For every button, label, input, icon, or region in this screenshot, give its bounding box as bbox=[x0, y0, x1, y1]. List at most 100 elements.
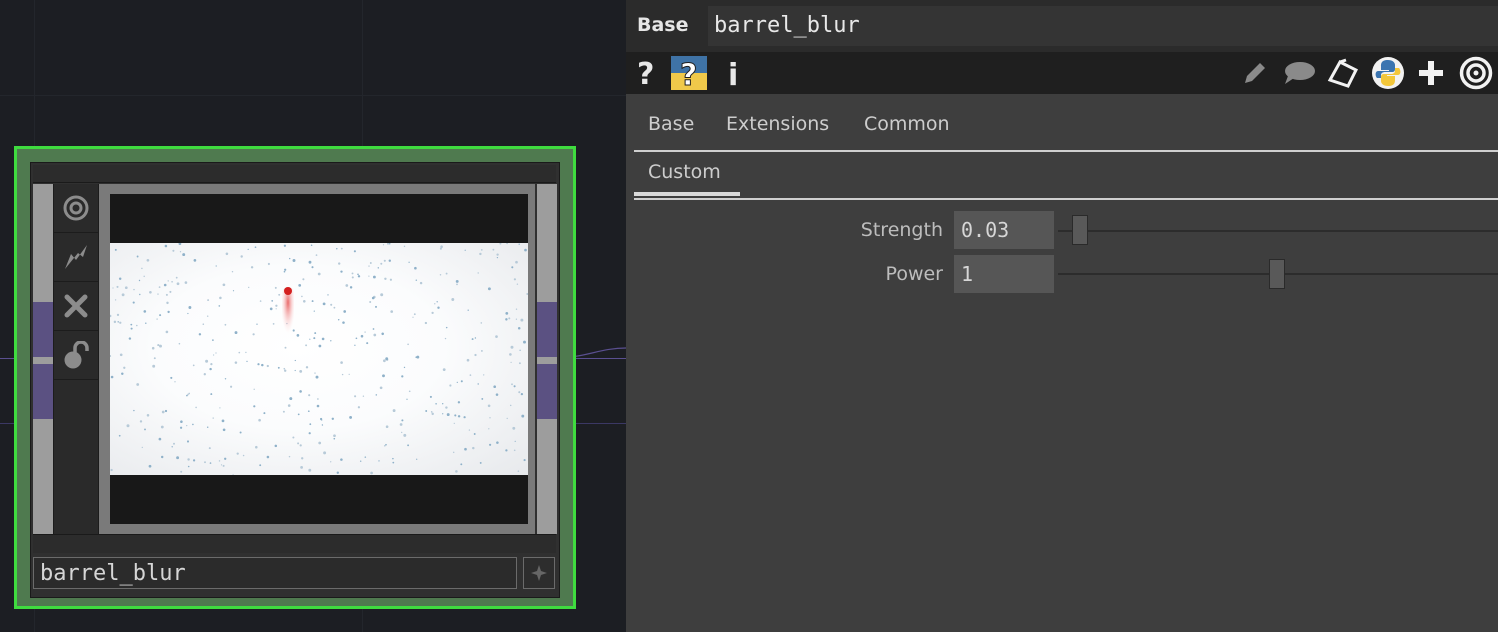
speckle bbox=[207, 299, 210, 302]
node-title-bar[interactable] bbox=[33, 165, 556, 183]
speckle bbox=[234, 331, 238, 335]
speckle bbox=[220, 464, 223, 466]
pencil-icon[interactable] bbox=[1240, 56, 1270, 90]
power-value-field[interactable]: 1 bbox=[954, 255, 1054, 293]
speckle bbox=[289, 257, 291, 260]
speckle bbox=[148, 464, 152, 468]
input-slot[interactable] bbox=[33, 364, 53, 419]
speckle bbox=[118, 277, 122, 281]
speckle bbox=[299, 444, 302, 447]
tab-common[interactable]: Common bbox=[850, 110, 964, 148]
speckle bbox=[266, 364, 269, 368]
viewer-flag[interactable] bbox=[54, 184, 98, 233]
output-slot[interactable] bbox=[537, 364, 557, 419]
speckle bbox=[283, 270, 286, 273]
speckle bbox=[164, 409, 168, 413]
speckle bbox=[435, 403, 437, 405]
speckle bbox=[338, 262, 341, 265]
info-icon[interactable]: i bbox=[724, 56, 744, 90]
speckle bbox=[403, 245, 406, 248]
unlock-icon bbox=[64, 341, 89, 369]
comment-icon[interactable] bbox=[1282, 56, 1316, 90]
speckle bbox=[336, 247, 338, 250]
speckle bbox=[178, 342, 181, 345]
bypass-flag[interactable] bbox=[54, 233, 98, 282]
tab-custom[interactable]: Custom bbox=[634, 158, 740, 196]
target-icon[interactable] bbox=[1458, 56, 1494, 90]
speckle bbox=[357, 275, 361, 278]
parameter-panel: Base barrel_blur ? ? i Base Extensions C… bbox=[626, 0, 1498, 632]
lock-flag[interactable] bbox=[54, 331, 98, 380]
speckle bbox=[340, 270, 343, 273]
speckle bbox=[327, 294, 329, 296]
speckle bbox=[452, 451, 455, 454]
input-connector[interactable] bbox=[33, 184, 53, 534]
speckle bbox=[298, 284, 302, 287]
speckle bbox=[517, 326, 521, 330]
speckle bbox=[314, 332, 317, 335]
speckle bbox=[510, 345, 514, 349]
speckle bbox=[139, 293, 141, 296]
speckle bbox=[112, 287, 114, 289]
speckle bbox=[469, 374, 472, 376]
speckle bbox=[331, 417, 334, 420]
speckle bbox=[305, 366, 309, 369]
speckle bbox=[224, 457, 227, 460]
speckle bbox=[323, 451, 327, 455]
speckle bbox=[145, 322, 147, 325]
power-slider-handle[interactable] bbox=[1269, 259, 1285, 289]
python-help-icon[interactable]: ? bbox=[670, 56, 708, 90]
speckle bbox=[442, 368, 446, 371]
speckle bbox=[330, 303, 333, 306]
speckle bbox=[272, 323, 275, 325]
speckle bbox=[496, 253, 499, 256]
speckle bbox=[460, 463, 463, 466]
question-mark-icon[interactable]: ? bbox=[634, 56, 660, 90]
speckle bbox=[158, 286, 161, 288]
speckle bbox=[345, 284, 349, 287]
delete-flag[interactable] bbox=[54, 282, 98, 331]
tab-extensions[interactable]: Extensions bbox=[712, 110, 843, 148]
output-slot[interactable] bbox=[537, 302, 557, 357]
viewer-target-icon bbox=[63, 195, 89, 221]
speckle bbox=[248, 286, 250, 289]
speckle bbox=[313, 337, 316, 340]
speckle bbox=[246, 360, 248, 363]
plus-icon[interactable] bbox=[1416, 56, 1446, 90]
speckle bbox=[258, 418, 261, 422]
node-name-field[interactable]: barrel_blur bbox=[33, 557, 517, 589]
operator-name-field[interactable]: barrel_blur bbox=[708, 6, 1498, 46]
input-slot[interactable] bbox=[33, 302, 53, 357]
strength-slider-track[interactable] bbox=[1058, 230, 1498, 232]
tab-base[interactable]: Base bbox=[634, 110, 708, 148]
speckle bbox=[222, 428, 226, 432]
speckle bbox=[364, 456, 367, 458]
output-connector[interactable] bbox=[537, 184, 557, 534]
speckle bbox=[371, 296, 375, 300]
speckle bbox=[369, 301, 372, 303]
speckle bbox=[188, 392, 191, 395]
network-editor[interactable]: barrel_blur bbox=[0, 0, 626, 632]
speckle bbox=[288, 455, 291, 458]
speckle bbox=[518, 362, 521, 365]
speckle bbox=[333, 437, 336, 440]
clipboard-icon[interactable] bbox=[1326, 56, 1360, 90]
speckle bbox=[250, 266, 254, 269]
speckle bbox=[436, 301, 438, 303]
speckle bbox=[234, 361, 238, 364]
speckle bbox=[139, 420, 143, 423]
speckle bbox=[176, 282, 180, 286]
node-add-button[interactable] bbox=[523, 557, 555, 589]
speckle bbox=[118, 434, 121, 437]
speckle bbox=[182, 253, 186, 257]
svg-text:?: ? bbox=[680, 58, 697, 90]
speckle bbox=[267, 262, 270, 266]
strength-slider-handle[interactable] bbox=[1072, 215, 1088, 245]
python-icon[interactable] bbox=[1370, 56, 1406, 90]
speckle bbox=[202, 323, 205, 325]
speckle bbox=[403, 366, 406, 369]
strength-value-field[interactable]: 0.03 bbox=[954, 211, 1054, 249]
speckle bbox=[495, 393, 499, 396]
speckle bbox=[509, 353, 512, 356]
speckle bbox=[174, 381, 176, 383]
